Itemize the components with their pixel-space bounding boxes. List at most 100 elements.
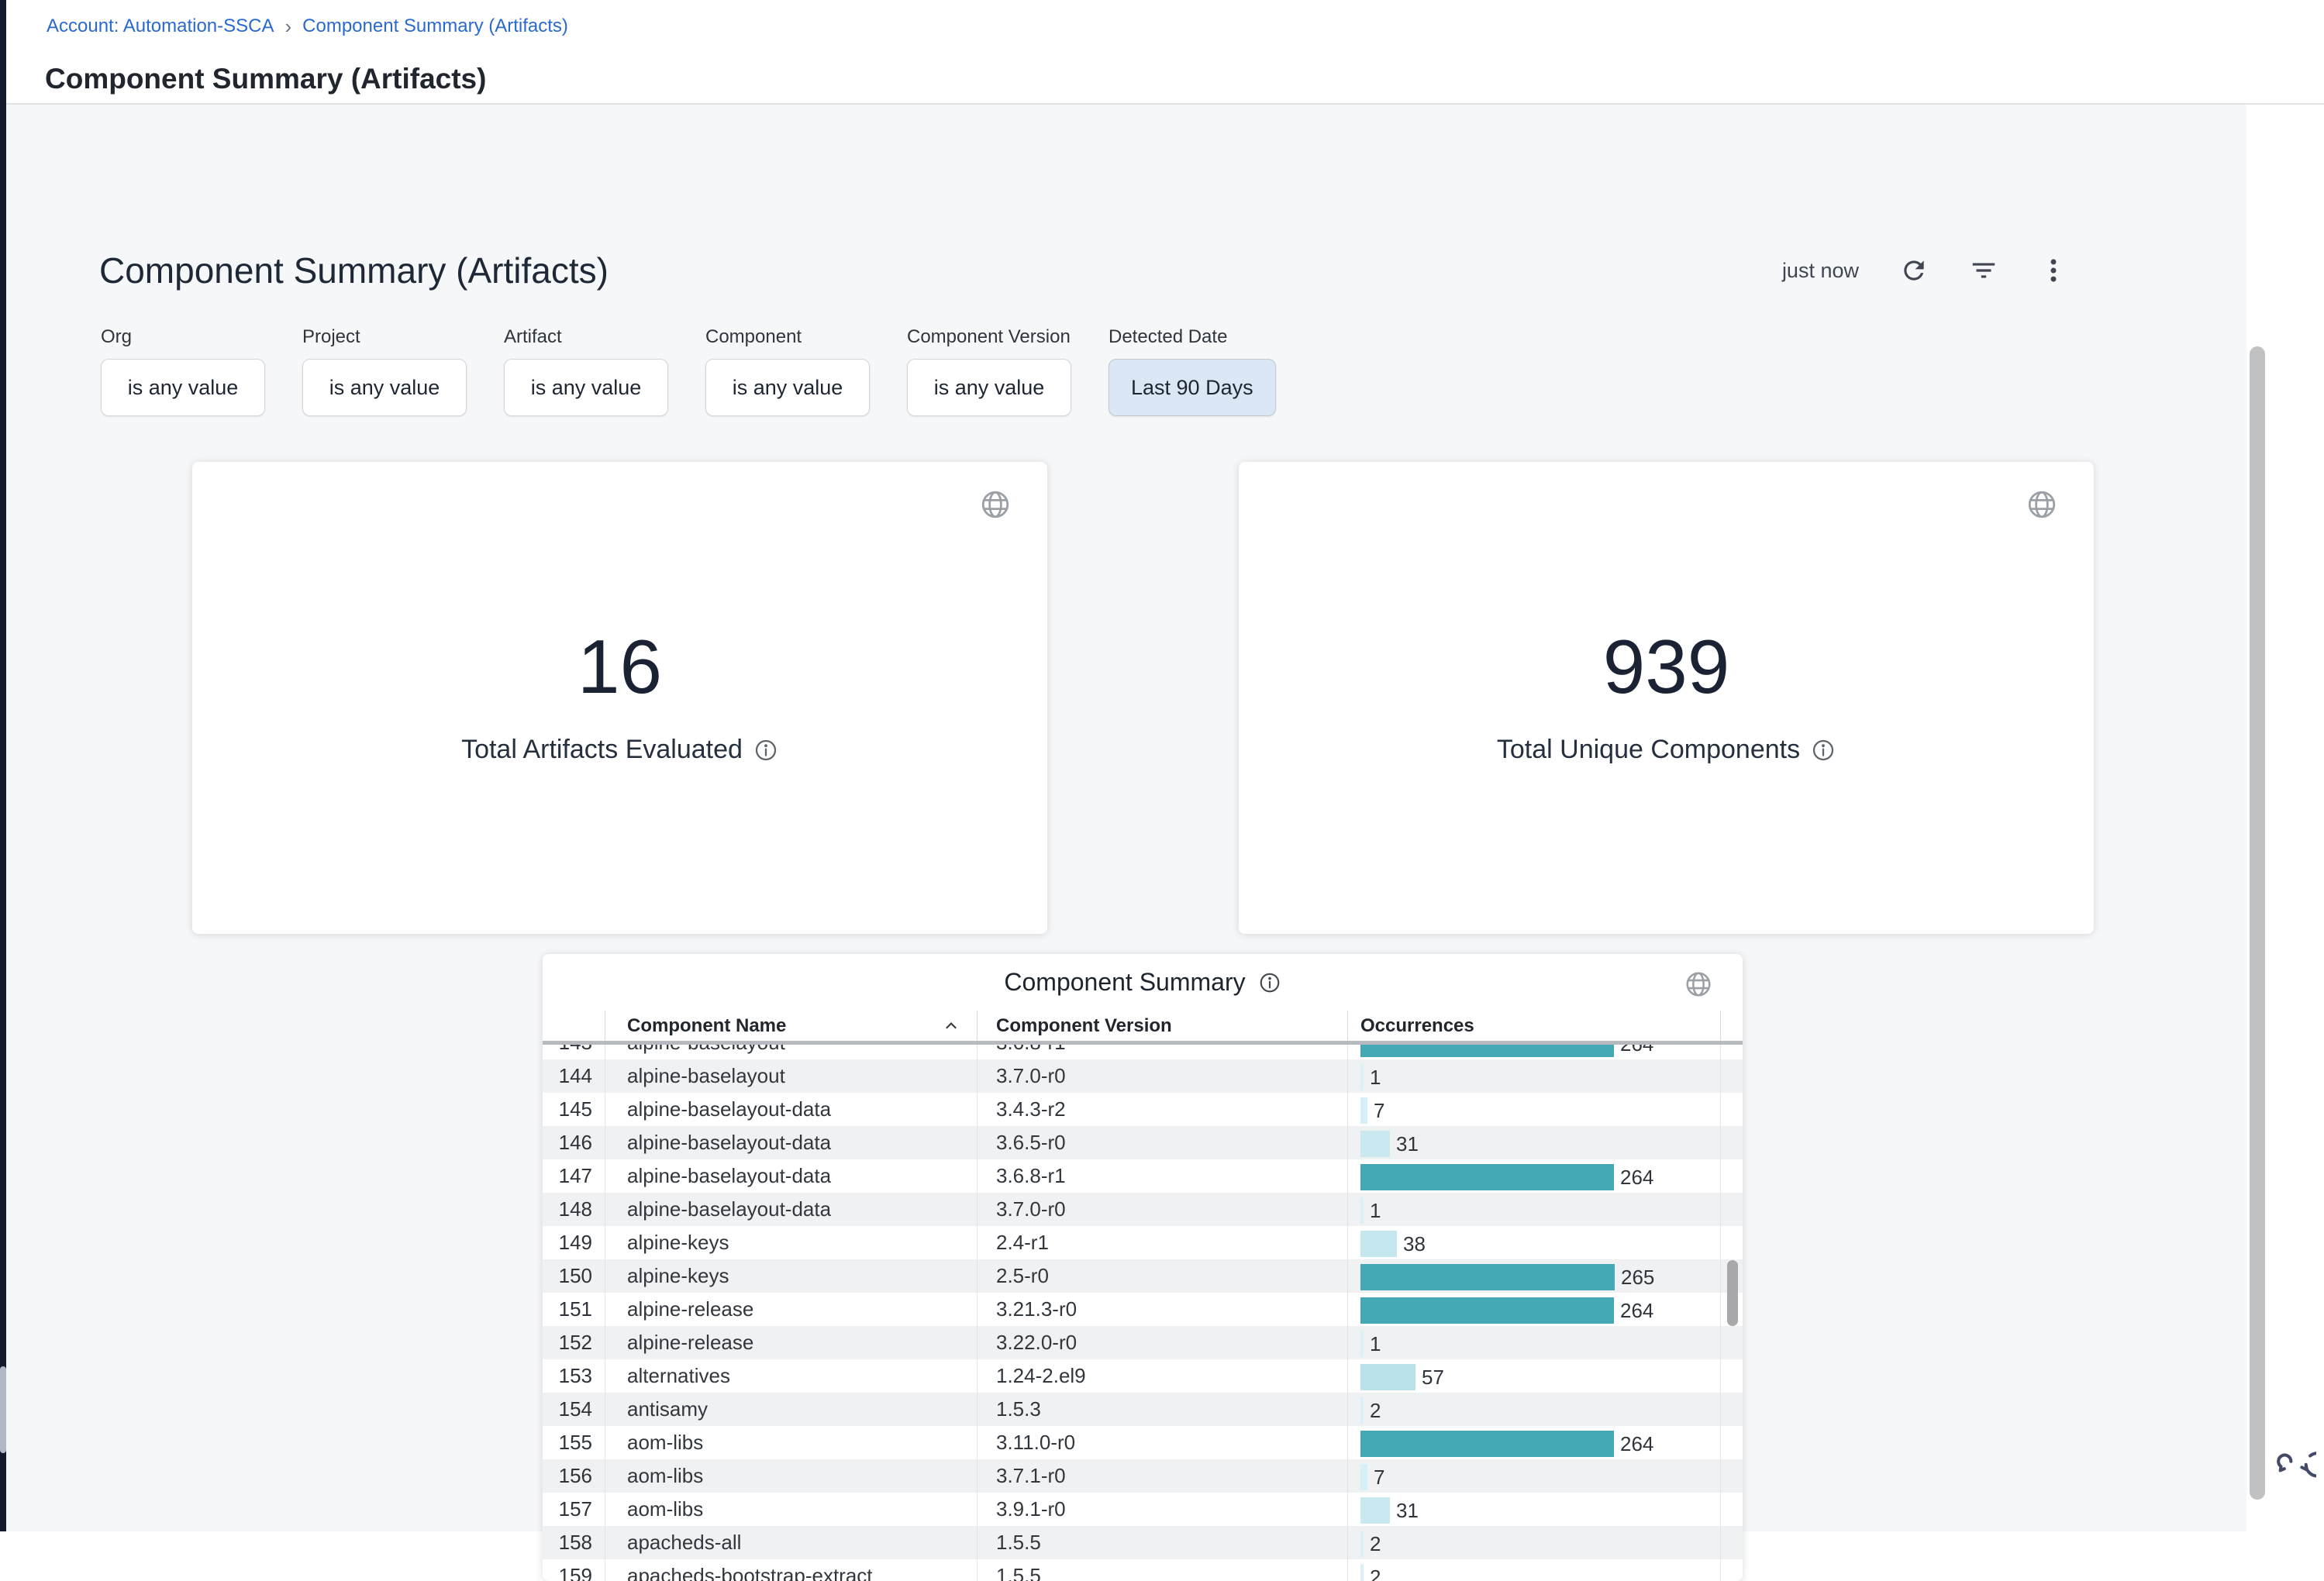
occurrences-cell: 7 — [1347, 1093, 1721, 1126]
breadcrumb-account-link[interactable]: Account: Automation-SSCA — [47, 16, 274, 37]
row-scroll-gutter — [1721, 1559, 1743, 1581]
component-version-cell: 3.21.3-r0 — [977, 1293, 1347, 1326]
row-scroll-gutter — [1721, 1045, 1743, 1059]
filter-label: Artifact — [504, 326, 668, 348]
occurrences-cell: 1 — [1347, 1059, 1721, 1093]
component-name-cell: alpine-baselayout-data — [605, 1126, 977, 1159]
column-header-occurrences[interactable]: Occurrences — [1347, 1011, 1721, 1041]
occurrence-value: 264 — [1620, 1300, 1653, 1321]
chat-support-icon[interactable] — [2274, 1438, 2316, 1480]
occurrences-cell: 31 — [1347, 1493, 1721, 1526]
component-version-cell: 3.6.8-r1 — [977, 1045, 1347, 1059]
component-version-cell: 1.5.3 — [977, 1393, 1347, 1426]
table-row: 148 alpine-baselayout-data 3.7.0-r0 1 — [543, 1193, 1743, 1226]
row-index: 152 — [543, 1326, 605, 1359]
component-name-cell: apacheds-bootstrap-extract — [605, 1559, 977, 1581]
row-scroll-gutter — [1721, 1126, 1743, 1159]
component-name-cell: aom-libs — [605, 1493, 977, 1526]
row-index: 154 — [543, 1393, 605, 1426]
breadcrumb: Account: Automation-SSCA › Component Sum… — [47, 16, 568, 37]
filter-org-button[interactable]: is any value — [101, 359, 265, 416]
row-scroll-gutter — [1721, 1226, 1743, 1259]
filter-component-version-button[interactable]: is any value — [907, 359, 1071, 416]
occurrence-bar — [1360, 1064, 1364, 1090]
occurrences-cell: 1 — [1347, 1326, 1721, 1359]
filter-component-button[interactable]: is any value — [705, 359, 870, 416]
occurrence-bar — [1360, 1497, 1390, 1524]
occurrence-value: 7 — [1374, 1467, 1384, 1487]
row-index: 153 — [543, 1359, 605, 1393]
filter-component: Component is any value — [705, 326, 870, 416]
row-scroll-gutter — [1721, 1326, 1743, 1359]
column-header-label: Occurrences — [1360, 1015, 1474, 1037]
component-name-cell: alpine-keys — [605, 1259, 977, 1293]
page-scrollbar-thumb[interactable] — [2250, 346, 2265, 1500]
row-index: 145 — [543, 1093, 605, 1126]
component-name-cell: alpine-baselayout-data — [605, 1159, 977, 1193]
component-version-cell: 3.7.1-r0 — [977, 1459, 1347, 1493]
filter-label: Component — [705, 326, 870, 348]
tile-total-artifacts: 16 Total Artifacts Evaluated — [192, 462, 1047, 934]
occurrences-cell: 2 — [1347, 1526, 1721, 1559]
info-icon[interactable] — [753, 738, 778, 763]
globe-icon[interactable] — [1684, 970, 1713, 999]
total-unique-components-value: 939 — [1239, 623, 2094, 711]
kebab-menu-icon[interactable] — [2039, 256, 2068, 285]
filter-artifact-button[interactable]: is any value — [504, 359, 668, 416]
table-scrollbar-thumb[interactable] — [1727, 1260, 1738, 1326]
globe-icon[interactable] — [979, 488, 1012, 521]
column-header-component-name[interactable]: Component Name — [605, 1011, 977, 1041]
tile-label-text: Total Artifacts Evaluated — [461, 735, 743, 765]
component-version-cell: 3.6.8-r1 — [977, 1159, 1347, 1193]
row-number-header — [543, 1011, 605, 1041]
info-icon[interactable] — [1258, 971, 1281, 994]
component-version-cell: 1.5.5 — [977, 1526, 1347, 1559]
occurrences-cell: 2 — [1347, 1559, 1721, 1581]
occurrences-cell: 264 — [1347, 1045, 1721, 1059]
table-row: 143 alpine-baselayout 3.6.8-r1 264 — [543, 1045, 1743, 1059]
occurrence-value: 264 — [1620, 1045, 1653, 1054]
table-row: 146 alpine-baselayout-data 3.6.5-r0 31 — [543, 1126, 1743, 1159]
refresh-icon[interactable] — [1899, 256, 1929, 285]
column-header-component-version[interactable]: Component Version — [977, 1011, 1347, 1041]
occurrence-value: 1 — [1370, 1334, 1381, 1354]
row-index: 146 — [543, 1126, 605, 1159]
occurrences-cell: 264 — [1347, 1159, 1721, 1193]
row-index: 157 — [543, 1493, 605, 1526]
component-summary-table-panel: Component Summary Component Name Compone… — [543, 954, 1743, 1581]
occurrence-bar — [1360, 1097, 1367, 1124]
globe-icon[interactable] — [2026, 488, 2058, 521]
row-scroll-gutter — [1721, 1059, 1743, 1093]
filter-project-button[interactable]: is any value — [302, 359, 467, 416]
component-name-cell: alternatives — [605, 1359, 977, 1393]
row-index: 150 — [543, 1259, 605, 1293]
breadcrumb-chevron-icon: › — [284, 16, 291, 36]
occurrence-value: 31 — [1396, 1500, 1419, 1521]
filter-detected-date-button[interactable]: Last 90 Days — [1109, 359, 1276, 416]
header-scroll-gutter — [1721, 1011, 1743, 1041]
occurrence-value: 31 — [1396, 1134, 1419, 1154]
component-version-cell: 3.6.5-r0 — [977, 1126, 1347, 1159]
occurrence-value: 2 — [1370, 1534, 1381, 1554]
table-row: 157 aom-libs 3.9.1-r0 31 — [543, 1493, 1743, 1526]
dashboard-title: Component Summary (Artifacts) — [99, 250, 609, 291]
component-name-cell: alpine-release — [605, 1326, 977, 1359]
filter-label: Component Version — [907, 326, 1071, 348]
occurrence-value: 7 — [1374, 1100, 1384, 1121]
left-nav-scrollbar-thumb[interactable] — [0, 1366, 6, 1453]
occurrences-cell: 7 — [1347, 1459, 1721, 1493]
component-name-cell: apacheds-all — [605, 1526, 977, 1559]
tile-label-text: Total Unique Components — [1497, 735, 1800, 765]
occurrence-bar — [1360, 1297, 1614, 1324]
occurrence-value: 2 — [1370, 1400, 1381, 1421]
filter-icon[interactable] — [1969, 256, 1998, 285]
total-unique-components-label: Total Unique Components — [1239, 735, 2094, 765]
occurrence-value: 264 — [1620, 1167, 1653, 1187]
occurrences-cell: 1 — [1347, 1193, 1721, 1226]
occurrence-value: 1 — [1370, 1200, 1381, 1221]
occurrence-value: 1 — [1370, 1067, 1381, 1087]
breadcrumb-page-link[interactable]: Component Summary (Artifacts) — [302, 16, 568, 37]
component-name-cell: antisamy — [605, 1393, 977, 1426]
info-icon[interactable] — [1811, 738, 1836, 763]
component-version-cell: 3.9.1-r0 — [977, 1493, 1347, 1526]
